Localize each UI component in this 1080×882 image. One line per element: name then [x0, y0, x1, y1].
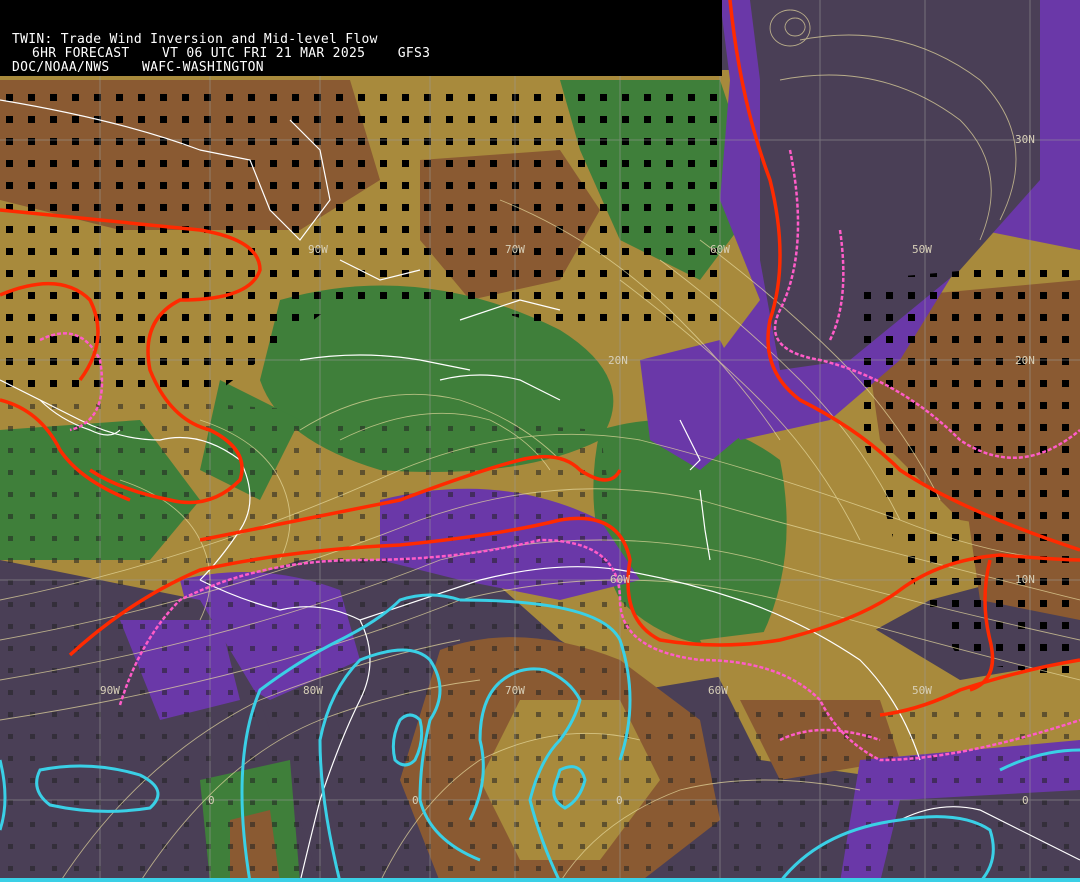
label-60w-mid: 60W	[610, 573, 630, 586]
label-30n-east: 30N	[1015, 133, 1035, 146]
label-70w-top: 70W	[505, 243, 525, 256]
label-80w-bottom: 80W	[303, 684, 323, 697]
label-90w-bottom: 90W	[100, 684, 120, 697]
label-10n-east: 10N	[1015, 573, 1035, 586]
label-0-a: 0	[208, 794, 215, 807]
label-0-d: 0	[1022, 794, 1029, 807]
twin-forecast-map: 30N 90W 70W 60W 50W 20N 20N 60W 10N 90W …	[0, 0, 1080, 882]
label-60w-bottom: 60W	[708, 684, 728, 697]
map-title: TWIN: Trade Wind Inversion and Mid-level…	[12, 32, 378, 47]
map-canvas: 30N 90W 70W 60W 50W 20N 20N 60W 10N 90W …	[0, 0, 1080, 882]
label-0-b: 0	[412, 794, 419, 807]
label-50w-top: 50W	[912, 243, 932, 256]
label-90w-top: 90W	[308, 243, 328, 256]
agency-line: DOC/NOAA/NWS WAFC-WASHINGTON	[12, 60, 264, 75]
forecast-valid-time: 6HR FORECAST VT 06 UTC FRI 21 MAR 2025 G…	[32, 46, 431, 61]
label-20n-mid: 20N	[608, 354, 628, 367]
label-20n-east: 20N	[1015, 354, 1035, 367]
label-50w-bottom: 50W	[912, 684, 932, 697]
label-70w-bottom: 70W	[505, 684, 525, 697]
label-0-c: 0	[616, 794, 623, 807]
label-60w-top: 60W	[710, 243, 730, 256]
header-panel: TWIN: Trade Wind Inversion and Mid-level…	[0, 0, 722, 76]
bottom-border	[0, 878, 1080, 882]
